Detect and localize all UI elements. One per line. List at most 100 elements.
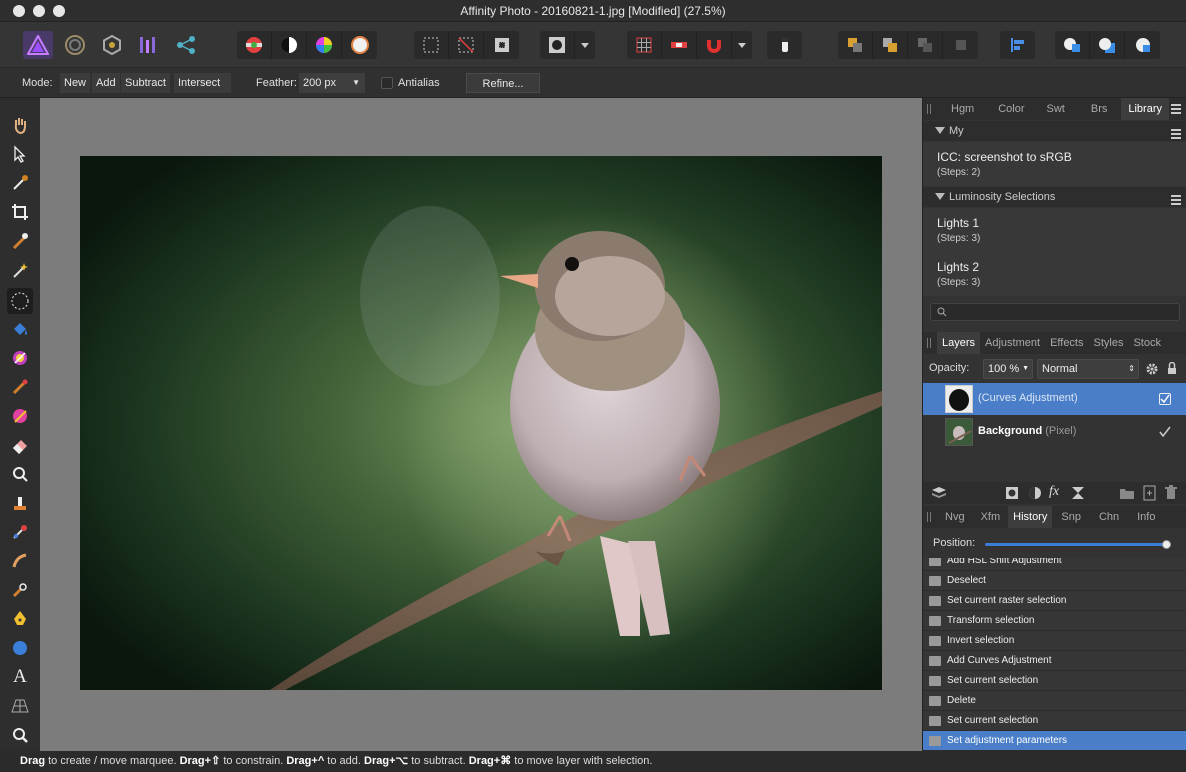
panel-grip-icon[interactable]: [923, 332, 937, 354]
live-filters-icon[interactable]: [1071, 486, 1085, 503]
perspective-tool-icon[interactable]: [9, 695, 31, 717]
white-balance-icon[interactable]: [342, 31, 377, 59]
photo-bird-on-branch[interactable]: [80, 156, 882, 690]
layer-settings-gear-icon[interactable]: [1145, 362, 1159, 379]
feather-input[interactable]: 200 px ▼: [299, 73, 365, 93]
library-search-input[interactable]: [930, 303, 1180, 321]
hsl-icon[interactable]: [307, 31, 342, 59]
flood-select-tool-icon[interactable]: [9, 259, 31, 281]
crop-tool-icon[interactable]: [9, 201, 31, 223]
tab-info[interactable]: Info: [1128, 506, 1164, 528]
mode-new-button[interactable]: New: [60, 73, 91, 93]
quick-mask-icon[interactable]: [540, 31, 575, 59]
layer-row-curves[interactable]: (Curves Adjustment): [923, 383, 1186, 415]
layers-stack-icon[interactable]: [931, 486, 947, 503]
text-tool-icon[interactable]: A: [9, 666, 31, 688]
add-group-folder-icon[interactable]: [1119, 486, 1135, 503]
snapping-magnet-icon[interactable]: [697, 31, 732, 59]
align-left-icon[interactable]: [1000, 31, 1035, 59]
color-picker-tool-icon[interactable]: [9, 172, 31, 194]
mode-add-button[interactable]: Add: [92, 73, 120, 93]
mask-layer-icon[interactable]: [1005, 486, 1019, 503]
invert-selection-icon[interactable]: [484, 31, 519, 59]
select-all-icon[interactable]: [414, 31, 449, 59]
boolean-intersect-icon[interactable]: [1125, 31, 1160, 59]
tab-stock[interactable]: Stock: [1128, 332, 1166, 354]
history-slider-knob[interactable]: [1162, 540, 1172, 549]
history-item[interactable]: Invert selection: [923, 631, 1186, 651]
history-item[interactable]: Set adjustment parameters: [923, 731, 1186, 751]
layer-row-background[interactable]: Background (Pixel): [923, 416, 1186, 448]
antialias-checkbox[interactable]: [381, 77, 393, 89]
zoom-tool-icon[interactable]: [9, 724, 31, 746]
mode-subtract-button[interactable]: Subtract: [121, 73, 170, 93]
photo-persona-icon[interactable]: [23, 31, 53, 59]
delete-layer-trash-icon[interactable]: [1165, 485, 1177, 503]
opacity-dropdown-icon[interactable]: ▼: [1022, 360, 1029, 378]
history-item[interactable]: Set current selection: [923, 711, 1186, 731]
quick-mask-dropdown-icon[interactable]: [575, 31, 595, 59]
paint-brush-tool-icon[interactable]: [9, 376, 31, 398]
macro-item[interactable]: Lights 2 (Steps: 3): [923, 252, 1186, 296]
healing-brush-tool-icon[interactable]: [9, 521, 31, 543]
tab-styles[interactable]: Styles: [1089, 332, 1129, 354]
ellipse-tool-icon[interactable]: [9, 637, 31, 659]
tab-transform[interactable]: Xfm: [973, 506, 1009, 528]
move-forward-one-icon[interactable]: [908, 31, 943, 59]
macro-item[interactable]: ICC: screenshot to sRGB (Steps: 2): [923, 142, 1186, 186]
boolean-add-icon[interactable]: [1055, 31, 1090, 59]
elliptical-marquee-tool-icon[interactable]: [7, 288, 33, 314]
force-pixel-alignment-icon[interactable]: [662, 31, 697, 59]
tab-adjustment[interactable]: Adjustment: [980, 332, 1045, 354]
add-layer-icon[interactable]: [1143, 485, 1157, 504]
tone-mapping-persona-icon[interactable]: [134, 31, 164, 59]
tab-channels[interactable]: Chn: [1090, 506, 1128, 528]
opacity-input[interactable]: 100 % ▼: [983, 359, 1033, 379]
group-menu-icon[interactable]: [1171, 126, 1185, 139]
dodge-tool-icon[interactable]: [9, 463, 31, 485]
layer-visibility-checkbox[interactable]: [1159, 393, 1171, 405]
history-item[interactable]: Transform selection: [923, 611, 1186, 631]
tab-layers[interactable]: Layers: [937, 332, 981, 354]
lock-icon[interactable]: [1167, 361, 1177, 378]
macro-group-luminosity[interactable]: Luminosity Selections: [923, 187, 1186, 207]
clone-brush-tool-icon[interactable]: [9, 492, 31, 514]
flood-fill-tool-icon[interactable]: [9, 319, 31, 341]
boolean-subtract-icon[interactable]: [1090, 31, 1125, 59]
smudge-brush-tool-icon[interactable]: [9, 550, 31, 572]
mesh-warp-tool-icon[interactable]: [9, 579, 31, 601]
pen-tool-icon[interactable]: [9, 608, 31, 630]
panel-grip-icon[interactable]: [923, 98, 937, 120]
feather-dropdown-icon[interactable]: ▼: [352, 73, 360, 93]
panel-grip-icon[interactable]: [923, 506, 937, 528]
document-canvas[interactable]: [40, 98, 922, 751]
tab-library[interactable]: Library: [1121, 98, 1169, 120]
history-item[interactable]: Set current raster selection: [923, 591, 1186, 611]
liquify-persona-icon[interactable]: [60, 31, 90, 59]
tab-navigator[interactable]: Nvg: [937, 506, 973, 528]
tab-effects[interactable]: Effects: [1045, 332, 1088, 354]
tab-histogram[interactable]: Hgm: [937, 98, 988, 120]
move-to-back-icon[interactable]: [838, 31, 873, 59]
mode-intersect-button[interactable]: Intersect: [174, 73, 231, 93]
black-white-icon[interactable]: [272, 31, 307, 59]
export-persona-icon[interactable]: [171, 31, 201, 59]
layer-visibility-checkbox[interactable]: [1159, 426, 1171, 438]
develop-persona-icon[interactable]: [97, 31, 127, 59]
selection-brush-tool-icon[interactable]: [9, 230, 31, 252]
blend-mode-select[interactable]: Normal ⇕: [1037, 359, 1139, 379]
assistant-icon[interactable]: [767, 31, 802, 59]
history-item[interactable]: Add Curves Adjustment: [923, 651, 1186, 671]
gradient-tool-icon[interactable]: [9, 347, 31, 369]
erase-brush-tool-icon[interactable]: [9, 434, 31, 456]
color-replacement-tool-icon[interactable]: [9, 405, 31, 427]
move-to-front-icon[interactable]: [943, 31, 978, 59]
disclosure-triangle-icon[interactable]: [935, 127, 945, 134]
tab-history[interactable]: History: [1008, 506, 1053, 528]
move-tool-icon[interactable]: [9, 143, 31, 165]
tab-snapshots[interactable]: Snp: [1052, 506, 1090, 528]
disclosure-triangle-icon[interactable]: [935, 193, 945, 200]
adjustments-icon[interactable]: [1028, 486, 1042, 503]
fx-icon[interactable]: fx: [1049, 484, 1059, 500]
grid-snap-icon[interactable]: [627, 31, 662, 59]
